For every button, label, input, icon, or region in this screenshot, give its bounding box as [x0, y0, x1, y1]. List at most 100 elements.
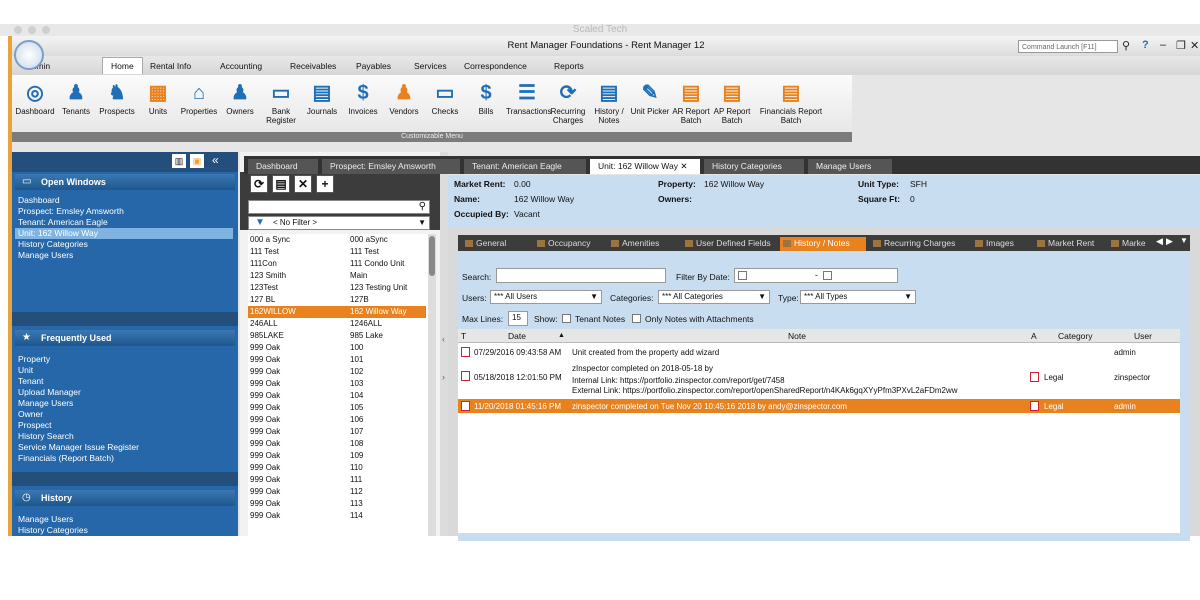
subtab[interactable]: User Defined Fields — [682, 237, 776, 251]
ribbon-tab-reports[interactable]: Reports — [546, 59, 592, 73]
doc-tab[interactable]: History Categories — [704, 159, 804, 174]
list-row[interactable]: 999 Oak 101 — [248, 354, 426, 366]
ribbon-tab-accounting[interactable]: Accounting — [212, 59, 270, 73]
units-button[interactable]: ▦ Units — [137, 79, 179, 116]
refresh-icon[interactable]: ⟳ — [250, 175, 268, 193]
subtab[interactable]: Market Rent — [1034, 237, 1104, 251]
list-row[interactable]: 985LAKE 985 Lake — [248, 330, 426, 342]
list-row[interactable]: 999 Oak 112 — [248, 486, 426, 498]
col-user-header[interactable]: User — [1134, 331, 1152, 341]
frequently-used-header[interactable]: Frequently Used — [15, 330, 235, 346]
unit-picker-button[interactable]: ✎ Unit Picker — [629, 79, 671, 116]
owners-button[interactable]: ♟ Owners — [219, 79, 261, 116]
col-category-header[interactable]: Category — [1058, 331, 1093, 341]
list-row[interactable]: 999 Oak 106 — [248, 414, 426, 426]
date-from-checkbox[interactable] — [738, 271, 747, 280]
ribbon-tab-payables[interactable]: Payables — [348, 59, 399, 73]
checks-button[interactable]: ▭ Checks — [424, 79, 466, 116]
list-scrollbar[interactable] — [428, 234, 436, 536]
layout-icon[interactable]: ▥ — [172, 154, 186, 168]
subtab[interactable]: General — [462, 237, 530, 251]
list-row[interactable]: 999 Oak 111 — [248, 474, 426, 486]
zoom-dot-icon[interactable] — [42, 26, 50, 34]
search-icon[interactable]: ⚲ — [1122, 39, 1130, 52]
financials-report-batch-button[interactable]: ▤ Financials Report Batch — [758, 79, 824, 125]
frequently-used-item[interactable]: Prospect — [18, 420, 52, 431]
invoices-button[interactable]: $ Invoices — [342, 79, 384, 116]
notes-search-input[interactable] — [496, 268, 666, 283]
search-icon[interactable]: ⚲ — [419, 201, 426, 212]
list-row[interactable]: 111Con 111 Condo Unit — [248, 258, 426, 270]
attachments-checkbox[interactable] — [632, 314, 641, 323]
scroll-left-icon[interactable]: ◀ — [1156, 236, 1163, 247]
ribbon-tab-services[interactable]: Services — [406, 59, 455, 73]
subtab[interactable]: History / Notes — [780, 237, 866, 251]
table-row[interactable]: 11/20/2018 01:45:16 PM zinspector complet… — [458, 399, 1180, 413]
categories-select[interactable]: *** All Categories ▼ — [658, 290, 770, 304]
frequently-used-item[interactable]: Owner — [18, 409, 43, 420]
help-icon[interactable]: ? — [1142, 39, 1149, 51]
frequently-used-item[interactable]: Property — [18, 354, 50, 365]
restore-icon[interactable]: ❐ — [1176, 39, 1186, 52]
vendors-button[interactable]: ♟ Vendors — [383, 79, 425, 116]
frequently-used-item[interactable]: Financials (Report Batch) — [18, 453, 114, 464]
lock-icon[interactable]: ▣ — [190, 154, 204, 168]
history-item[interactable]: Manage Users — [18, 514, 73, 525]
col-a-header[interactable]: A — [1031, 331, 1037, 341]
list-row[interactable]: 999 Oak 114 — [248, 510, 426, 522]
prospects-button[interactable]: ♞ Prospects — [96, 79, 138, 116]
chevron-left-icon[interactable]: ‹ — [442, 334, 445, 344]
tenant-notes-checkbox[interactable] — [562, 314, 571, 323]
table-row[interactable]: 05/18/2018 12:01:50 PM zInspector complet… — [458, 361, 1180, 397]
subtab[interactable]: Marke — [1108, 237, 1148, 251]
type-select[interactable]: *** All Types ▼ — [800, 290, 916, 304]
tabs-menu-icon[interactable]: ▼ — [1180, 236, 1188, 245]
transactions-button[interactable]: ☰ Transactions — [506, 79, 552, 116]
doc-tab[interactable]: Dashboard — [248, 159, 318, 174]
list-row[interactable]: 999 Oak 102 — [248, 366, 426, 378]
grid-view-icon[interactable]: ▤ — [272, 175, 290, 193]
date-range-input[interactable]: - — [734, 268, 898, 283]
ribbon-tab-receivables[interactable]: Receivables — [282, 59, 344, 73]
open-window-item[interactable]: Unit: 162 Willow Way — [15, 228, 233, 239]
list-row[interactable]: 999 Oak 107 — [248, 426, 426, 438]
open-window-item[interactable]: Manage Users — [18, 250, 73, 261]
list-row[interactable]: 999 Oak 105 — [248, 402, 426, 414]
list-scrollbar-thumb[interactable] — [429, 236, 435, 276]
tenants-button[interactable]: ♟ Tenants — [55, 79, 97, 116]
app-logo-icon[interactable] — [14, 40, 44, 70]
frequently-used-item[interactable]: Service Manager Issue Register — [18, 442, 139, 453]
subtab[interactable]: Recurring Charges — [870, 237, 968, 251]
subtab[interactable]: Occupancy — [534, 237, 604, 251]
table-row[interactable]: 07/29/2016 09:43:58 AM Unit created from … — [458, 345, 1180, 359]
list-row[interactable]: 127 BL 127B — [248, 294, 426, 306]
bank-register-button[interactable]: ▭ Bank Register — [260, 79, 302, 125]
col-t-header[interactable]: T — [461, 331, 466, 341]
properties-button[interactable]: ⌂ Properties — [178, 79, 220, 116]
col-note-header[interactable]: Note — [788, 331, 806, 341]
recurring-charges-button[interactable]: ⟳ Recurring Charges — [547, 79, 589, 125]
list-row[interactable]: 999 Oak 108 — [248, 438, 426, 450]
date-to-checkbox[interactable] — [823, 271, 832, 280]
ribbon-tab-home[interactable]: Home — [102, 57, 143, 74]
open-window-item[interactable]: Prospect: Emsley Amsworth — [18, 206, 124, 217]
list-row[interactable]: 111 Test 111 Test — [248, 246, 426, 258]
history-item[interactable]: History Categories — [18, 525, 88, 536]
frequently-used-item[interactable]: Manage Users — [18, 398, 73, 409]
list-row[interactable]: 123Test 123 Testing Unit — [248, 282, 426, 294]
open-window-item[interactable]: History Categories — [18, 239, 88, 250]
max-lines-input[interactable]: 15 — [508, 311, 528, 326]
doc-tab[interactable]: Unit: 162 Willow Way ✕ — [590, 159, 700, 174]
list-row[interactable]: 246ALL 1246ALL — [248, 318, 426, 330]
frequently-used-item[interactable]: History Search — [18, 431, 74, 442]
doc-tab[interactable]: Manage Users — [808, 159, 892, 174]
doc-tab[interactable]: Prospect: Emsley Amsworth — [322, 159, 460, 174]
doc-tab[interactable]: Tenant: American Eagle — [464, 159, 586, 174]
frequently-used-item[interactable]: Tenant — [18, 376, 44, 387]
list-row[interactable]: 162WILLOW 162 Willow Way — [248, 306, 426, 318]
collapse-icon[interactable]: « — [212, 153, 219, 167]
minimize-icon[interactable]: – — [1160, 39, 1166, 51]
chevron-right-icon[interactable]: › — [442, 372, 445, 382]
list-row[interactable]: 999 Oak 100 — [248, 342, 426, 354]
ribbon-tab-correspondence[interactable]: Correspondence — [456, 59, 535, 73]
